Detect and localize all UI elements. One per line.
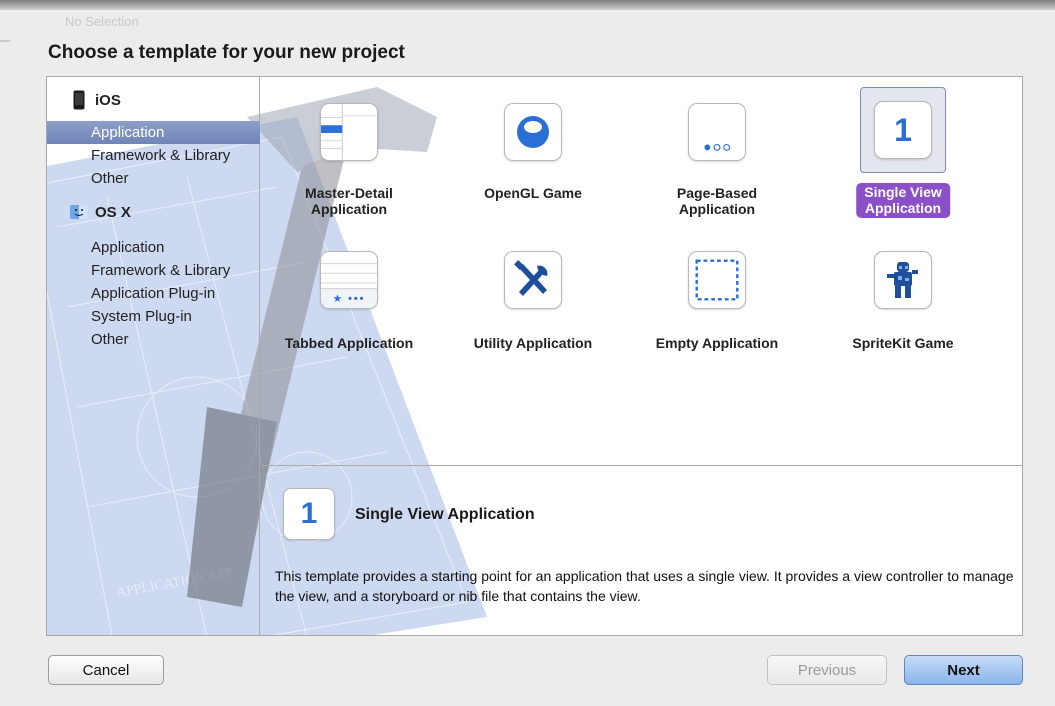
- template-opengl-game[interactable]: OpenGL Game: [463, 101, 603, 251]
- master-detail-icon: [320, 103, 378, 161]
- utility-icon: [504, 251, 562, 309]
- single-view-icon: 1: [283, 488, 335, 540]
- template-label-selected: Single View Application: [856, 183, 950, 218]
- page-based-icon: [688, 103, 746, 161]
- sidebar-group-label: OS X: [95, 203, 131, 221]
- sidebar-item-ios-application[interactable]: Application: [47, 121, 260, 144]
- template-label: Master-Detail: [305, 185, 393, 201]
- sidebar-item-osx-system-plugin[interactable]: System Plug-in: [47, 305, 260, 328]
- empty-icon: [688, 251, 746, 309]
- template-label: Utility Application: [473, 335, 593, 351]
- description-text: This template provides a starting point …: [275, 568, 1014, 604]
- template-spritekit[interactable]: SpriteKit Game: [833, 249, 973, 399]
- sidebar-item-osx-application[interactable]: Application: [47, 236, 260, 259]
- sidebar-item-osx-framework-library[interactable]: Framework & Library: [47, 259, 260, 282]
- template-utility[interactable]: Utility Application: [463, 249, 603, 399]
- background-divider: [0, 40, 10, 42]
- template-chooser: APPLICATION APP iOS Application Framewor…: [46, 76, 1023, 636]
- background-window-title: No Selection: [65, 14, 139, 29]
- description-title: Single View Application: [355, 506, 535, 523]
- window-top-edge: [0, 0, 1055, 10]
- sidebar-item-osx-other[interactable]: Other: [47, 328, 260, 351]
- template-tabbed[interactable]: ★ Tabbed Application: [279, 249, 419, 399]
- template-label: SpriteKit Game: [852, 335, 954, 351]
- svg-text:★: ★: [333, 292, 343, 305]
- template-label: Application: [310, 201, 388, 217]
- template-page-based[interactable]: Page-Based Application: [647, 101, 787, 251]
- sidebar-item-ios-other[interactable]: Other: [47, 167, 260, 190]
- template-grid: Master-Detail Application OpenGL Game Pa…: [261, 77, 1022, 464]
- sidebar-group-label: iOS: [95, 91, 121, 109]
- finder-icon: [69, 203, 89, 221]
- next-button[interactable]: Next: [904, 655, 1023, 685]
- template-label: Application: [864, 200, 942, 216]
- spritekit-icon: [874, 251, 932, 309]
- template-label: Page-Based: [676, 185, 758, 201]
- previous-button[interactable]: Previous: [767, 655, 887, 685]
- template-label: OpenGL Game: [484, 185, 582, 201]
- template-category-sidebar: iOS Application Framework & Library Othe…: [47, 77, 260, 635]
- template-empty[interactable]: Empty Application: [647, 249, 787, 399]
- sidebar-item-osx-application-plugin[interactable]: Application Plug-in: [47, 282, 260, 305]
- template-label: Application: [678, 201, 756, 217]
- template-label: Single View: [864, 184, 942, 200]
- single-view-icon: 1: [874, 101, 932, 159]
- template-label: Tabbed Application: [284, 335, 414, 351]
- iphone-icon: [69, 90, 89, 110]
- template-description-panel: 1 Single View Application This template …: [261, 465, 1022, 635]
- template-master-detail[interactable]: Master-Detail Application: [279, 101, 419, 251]
- sidebar-item-ios-framework-library[interactable]: Framework & Library: [47, 144, 260, 167]
- cancel-button[interactable]: Cancel: [48, 655, 164, 685]
- sheet-title: Choose a template for your new project: [48, 42, 405, 63]
- sidebar-group-osx: OS X: [47, 197, 260, 227]
- template-single-view[interactable]: 1 Single View Application: [833, 87, 973, 237]
- tabbed-icon: ★: [320, 251, 378, 309]
- sidebar-group-ios: iOS: [47, 85, 260, 115]
- opengl-icon: [504, 103, 562, 161]
- template-label: Empty Application: [655, 335, 779, 351]
